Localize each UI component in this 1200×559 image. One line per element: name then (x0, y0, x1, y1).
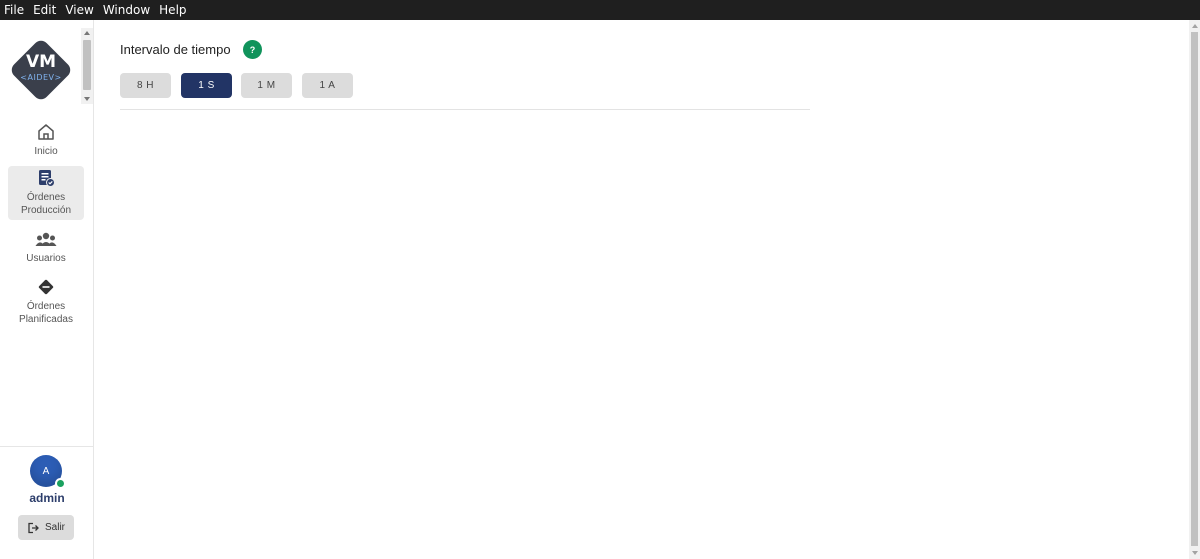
menu-file[interactable]: File (4, 3, 24, 17)
sidebar: VM <AIDEV> Inicio Órdenes Producción Usu… (0, 20, 94, 559)
menu-view[interactable]: View (65, 3, 93, 17)
main-content: Intervalo de tiempo ? 8 H 1 S 1 M 1 A (95, 20, 1189, 559)
divider (120, 109, 810, 110)
logout-label: Salir (44, 522, 65, 533)
sidebar-item-usuarios[interactable]: Usuarios (8, 230, 84, 266)
sidebar-item-ordenes-planificadas[interactable]: Órdenes Planificadas (8, 276, 84, 328)
interval-1m-button[interactable]: 1 M (241, 73, 292, 98)
svg-text:VM: VM (26, 52, 56, 72)
sidebar-item-ordenes-produccion[interactable]: Órdenes Producción (8, 166, 84, 220)
sidebar-item-inicio[interactable]: Inicio (8, 118, 84, 162)
interval-1s-button[interactable]: 1 S (181, 73, 232, 98)
main-scroll-thumb[interactable] (1191, 32, 1198, 546)
sidebar-scrollbar[interactable] (81, 28, 93, 104)
scroll-up-arrow-icon[interactable] (84, 31, 90, 35)
logout-button[interactable]: Salir (18, 515, 74, 540)
help-button[interactable]: ? (243, 40, 262, 59)
menu-bar: File Edit View Window Help (0, 0, 1200, 20)
sidebar-item-label: Usuarios (26, 252, 66, 264)
diamond-minus-icon (38, 279, 54, 295)
logo-icon: VM <AIDEV> (11, 40, 71, 100)
sidebar-item-label-line1: Órdenes (26, 192, 66, 203)
menu-window[interactable]: Window (103, 3, 150, 17)
sidebar-item-label-line2: Planificadas (19, 314, 73, 325)
sidebar-item-label-line1: Órdenes (26, 301, 66, 312)
sidebar-item-label: Inicio (34, 145, 58, 157)
username-label: admin (29, 491, 65, 505)
sidebar-scroll-thumb[interactable] (83, 40, 91, 90)
menu-help[interactable]: Help (159, 3, 186, 17)
scroll-up-arrow-icon[interactable] (1192, 24, 1198, 28)
user-panel: A admin Salir (0, 446, 94, 559)
menu-edit[interactable]: Edit (33, 3, 56, 17)
app-logo: VM <AIDEV> (5, 34, 77, 106)
main-scrollbar[interactable] (1189, 20, 1200, 559)
users-icon (35, 232, 57, 246)
online-status-icon (55, 478, 66, 489)
page-title: Intervalo de tiempo (120, 42, 231, 57)
sidebar-item-label-line2: Producción (20, 205, 72, 216)
interval-1a-button[interactable]: 1 A (302, 73, 353, 98)
interval-8h-button[interactable]: 8 H (120, 73, 171, 98)
logout-icon (28, 522, 39, 533)
home-icon (38, 123, 54, 140)
scroll-down-arrow-icon[interactable] (84, 97, 90, 101)
clipboard-check-icon (39, 170, 55, 187)
svg-text:<AIDEV>: <AIDEV> (20, 73, 61, 82)
scroll-down-arrow-icon[interactable] (1192, 551, 1198, 555)
